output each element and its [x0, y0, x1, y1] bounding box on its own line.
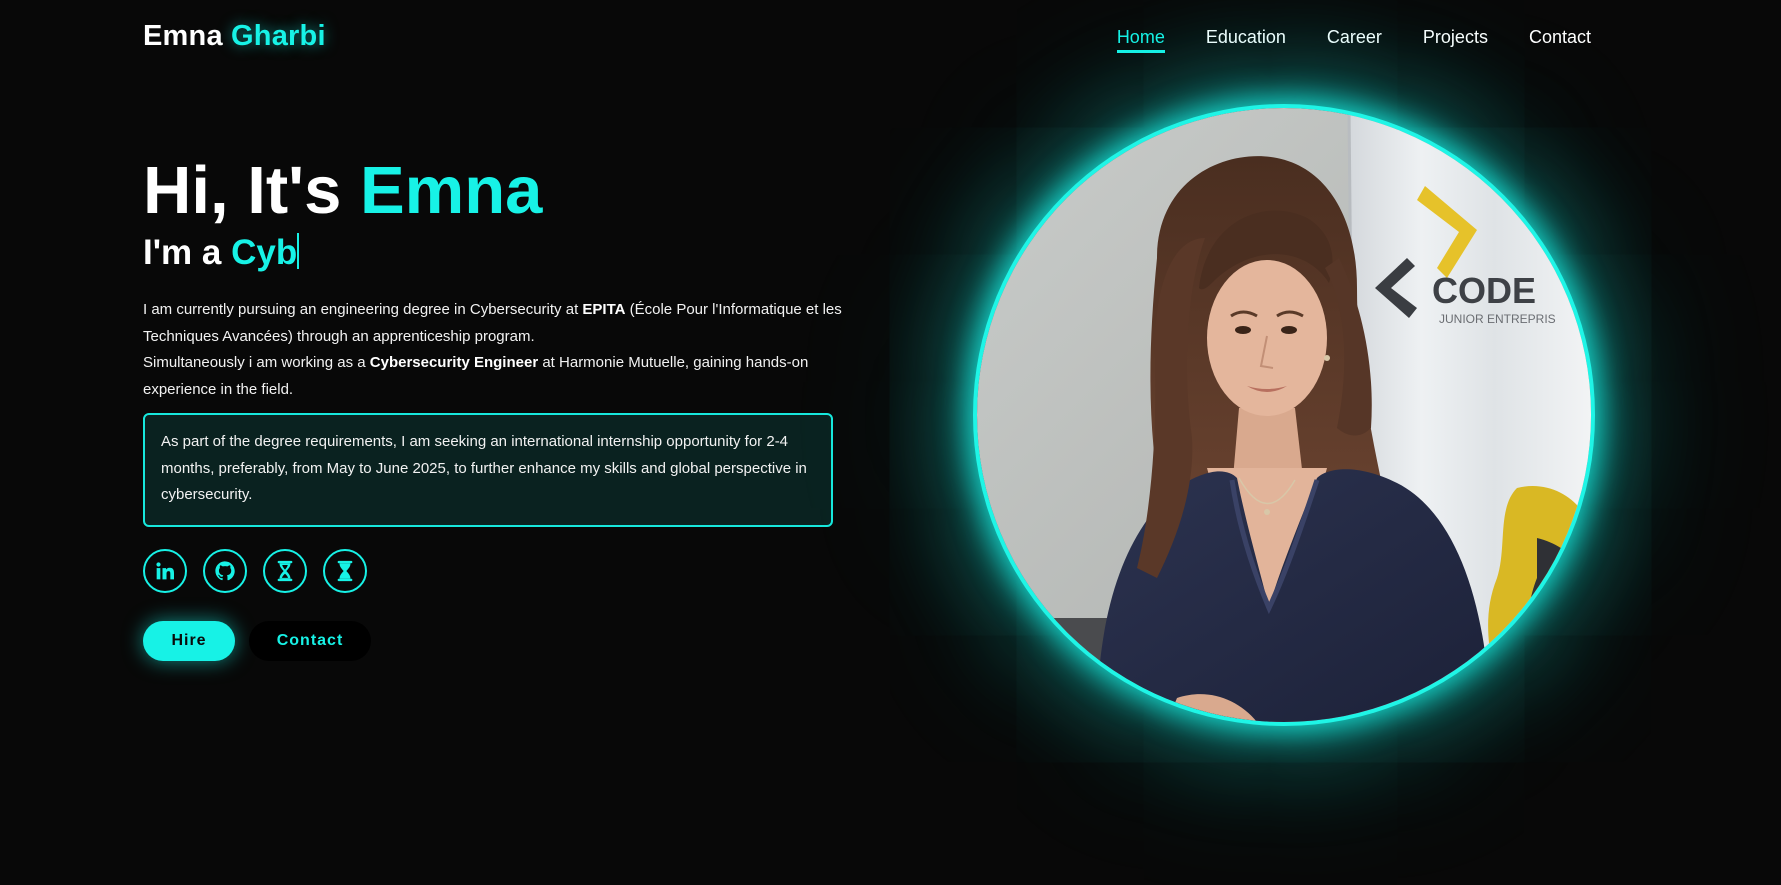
bio-text: Simultaneously i am working as a [143, 354, 370, 371]
hourglass-link-1[interactable] [263, 549, 307, 593]
nav-item-projects[interactable]: Projects [1423, 27, 1488, 53]
hero-section: Hi, It's Emna I'm a Cyb I am currently p… [143, 150, 843, 527]
hourglass-link-2[interactable] [323, 549, 367, 593]
nav-item-contact[interactable]: Contact [1529, 27, 1591, 53]
nav-item-home[interactable]: Home [1116, 27, 1165, 53]
github-link[interactable] [203, 549, 247, 593]
contact-button[interactable]: Contact [249, 621, 371, 661]
hourglass-icon [277, 560, 293, 582]
hero-subtitle-prefix: I'm a [143, 233, 222, 272]
bio-school: EPITA [582, 301, 626, 318]
linkedin-link[interactable] [143, 549, 187, 593]
main-nav: Home Education Career Projects Contact [1116, 27, 1591, 53]
hire-button[interactable]: Hire [143, 621, 235, 661]
bio-text: I am currently pursuing an engineering d… [143, 301, 583, 318]
hero-subtitle: I'm a Cyb [143, 229, 843, 277]
hero-title: Hi, It's Emna [143, 150, 843, 232]
bio-role: Cybersecurity Engineer [369, 354, 539, 371]
hourglass-icon [337, 560, 353, 582]
internship-notice: As part of the degree requirements, I am… [143, 413, 833, 527]
profile-photo-illustration: CODE JUNIOR ENTREPRIS [977, 108, 1591, 722]
hero-bio: I am currently pursuing an engineering d… [143, 297, 843, 403]
profile-photo: CODE JUNIOR ENTREPRIS [977, 108, 1591, 722]
nav-item-career[interactable]: Career [1327, 27, 1382, 53]
cta-buttons: Hire Contact [143, 621, 371, 661]
social-links [143, 549, 367, 593]
site-header: Emna Gharbi Home Education Career Projec… [0, 0, 1781, 76]
svg-text:JUNIOR ENTREPRIS: JUNIOR ENTREPRIS [1439, 312, 1556, 326]
linkedin-icon [156, 562, 174, 580]
github-icon [215, 561, 235, 581]
hero-title-name: Emna [359, 153, 543, 228]
hero-typed-role: Cyb [231, 233, 298, 272]
site-logo[interactable]: Emna Gharbi [143, 20, 326, 53]
logo-first-name: Emna [143, 20, 223, 52]
logo-last-name: Gharbi [231, 20, 326, 52]
typing-caret [297, 233, 300, 269]
flag-text: CODE [1432, 270, 1536, 311]
nav-item-education[interactable]: Education [1206, 27, 1286, 53]
hero-title-prefix: Hi, It's [143, 153, 342, 228]
